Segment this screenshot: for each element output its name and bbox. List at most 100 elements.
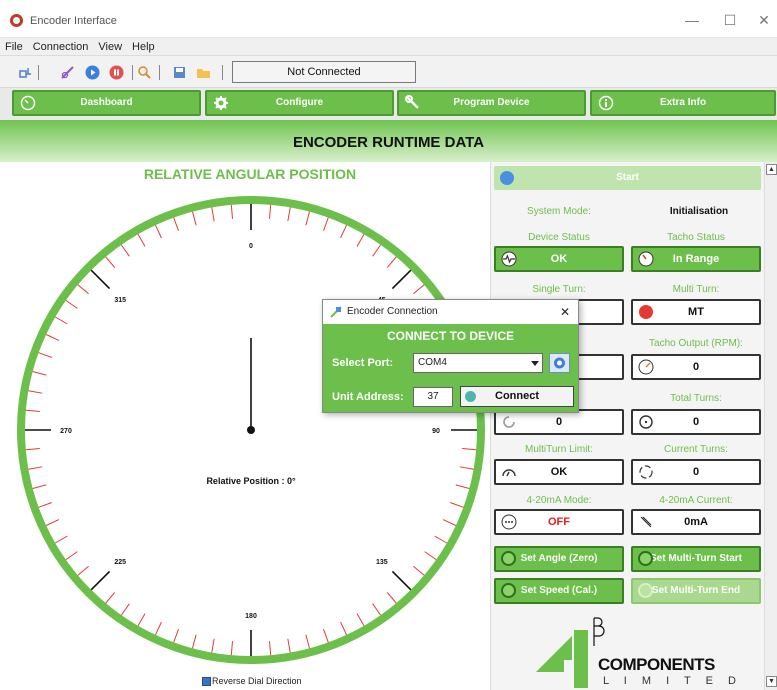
maximize-button[interactable]: ☐ — [716, 10, 744, 30]
dial-tick — [434, 535, 447, 544]
multi-turn-label: Multi Turn: — [672, 284, 720, 295]
window-title: Encoder Interface — [30, 15, 117, 27]
menu-bar: File Connection View Help — [0, 38, 777, 56]
dial-tick — [268, 641, 272, 656]
connection-status: Not Connected — [232, 61, 416, 83]
connect-icon — [465, 391, 476, 402]
set-multi-turn-end-button[interactable]: Set Multi-Turn End — [631, 578, 761, 604]
dial-tick — [38, 502, 52, 508]
limit-icon — [502, 469, 516, 477]
refresh-ports-button[interactable] — [549, 353, 570, 373]
stop-icon[interactable] — [109, 65, 124, 80]
info-icon — [598, 95, 614, 111]
program-device-button[interactable]: Program Device — [397, 90, 586, 116]
dial-tick — [356, 613, 365, 626]
total-turns-label: Total Turns: — [670, 393, 722, 404]
toolbar-separator — [132, 65, 133, 80]
menu-connection[interactable]: Connection — [28, 38, 94, 53]
refresh-icon — [554, 357, 565, 369]
device-status-value: OK — [494, 246, 624, 272]
toolbar-separator — [222, 65, 223, 80]
dashboard-icon — [20, 95, 36, 111]
logo-text: COMPONENTS — [598, 655, 715, 674]
unit-address-input[interactable]: 37 — [413, 387, 453, 407]
dial-tick — [305, 634, 310, 649]
dial-tick — [459, 466, 474, 470]
dashboard-button[interactable]: Dashboard — [12, 90, 201, 116]
dial-tick — [340, 224, 347, 239]
configure-button[interactable]: Configure — [205, 90, 394, 116]
dial-label-270: 270 — [60, 428, 72, 435]
dial-label-180: 180 — [245, 613, 257, 620]
dial-hub — [247, 426, 255, 434]
dial-tick — [155, 621, 162, 636]
dial-tick — [55, 535, 68, 544]
dial-tick — [65, 299, 78, 309]
dial-tick — [192, 211, 197, 226]
vertical-scrollbar[interactable]: ▲ ▼ — [764, 162, 777, 690]
set-multi-turn-start-button[interactable]: Set Multi-Turn Start — [631, 546, 761, 572]
multi-turn-value: MT — [631, 299, 761, 325]
dial-tick — [77, 565, 89, 576]
dial-tick — [391, 269, 412, 290]
dial-tick — [137, 234, 146, 247]
app-icon — [10, 14, 23, 27]
dial-tick — [120, 603, 130, 616]
close-button[interactable]: ✕ — [750, 10, 777, 30]
scroll-up-button[interactable]: ▲ — [766, 164, 777, 175]
logo-subtext: L I M I T E D — [603, 675, 742, 687]
dial-heading: RELATIVE ANGULAR POSITION — [143, 166, 357, 182]
menu-file[interactable]: File — [0, 38, 28, 53]
dial-tick — [77, 284, 89, 295]
page-title: ENCODER RUNTIME DATA — [0, 120, 777, 162]
chevron-down-icon — [531, 361, 539, 366]
connect-button[interactable]: Connect — [460, 386, 574, 407]
more-icon — [501, 514, 517, 530]
extra-info-button[interactable]: Extra Info — [590, 90, 776, 116]
dial-tick — [55, 316, 68, 325]
company-logo-mark — [536, 617, 605, 688]
save-icon[interactable] — [172, 65, 187, 80]
plug-icon[interactable] — [60, 65, 75, 80]
dial-tick — [340, 621, 347, 636]
total-turns-value: 0 — [631, 409, 761, 435]
port-select[interactable]: COM4 — [413, 353, 543, 373]
scroll-down-button[interactable]: ▼ — [766, 676, 777, 687]
dial-tick — [287, 638, 291, 653]
set-speed-cal-button[interactable]: Set Speed (Cal.) — [494, 578, 624, 604]
start-button[interactable]: Start — [494, 166, 761, 190]
dial-tick — [28, 466, 43, 470]
address-label: Unit Address: — [332, 391, 404, 403]
title-bar: Encoder Interface — ☐ ✕ — [0, 0, 777, 38]
dialog-close-button[interactable]: ✕ — [560, 300, 570, 324]
toolbar-separator — [159, 65, 160, 80]
dial-tick — [32, 484, 47, 489]
dial-tick — [105, 256, 116, 268]
dial-tick — [90, 269, 111, 290]
relative-position-text: Relative Position : 0° — [206, 476, 296, 486]
rotate-icon — [503, 416, 515, 428]
ma-mode-value: OFF — [494, 509, 624, 535]
menu-help[interactable]: Help — [127, 38, 160, 53]
tacho-status-label: Tacho Status — [667, 232, 725, 243]
menu-view[interactable]: View — [93, 38, 127, 53]
play-icon[interactable] — [85, 65, 100, 80]
usb-connect-icon[interactable] — [18, 65, 33, 80]
current-turns-value: 0 — [631, 459, 761, 485]
folder-icon[interactable] — [196, 65, 211, 80]
set-angle-zero-button[interactable]: Set Angle (Zero) — [494, 546, 624, 572]
reverse-dial-label: Reverse Dial Direction — [212, 676, 302, 686]
gear-icon — [214, 96, 228, 110]
toolbar-separator — [38, 65, 39, 80]
dial-label-90: 90 — [432, 428, 440, 435]
dial-tick — [268, 204, 272, 219]
dial-tick — [450, 502, 464, 508]
minimize-button[interactable]: — — [678, 10, 706, 30]
search-icon[interactable] — [137, 65, 152, 80]
plug-icon — [330, 306, 342, 318]
dial-tick — [173, 629, 179, 643]
current-turns-icon — [639, 465, 653, 479]
reverse-dial-checkbox[interactable] — [202, 677, 211, 686]
play-icon — [500, 171, 514, 185]
dial-label-315: 315 — [114, 297, 126, 304]
